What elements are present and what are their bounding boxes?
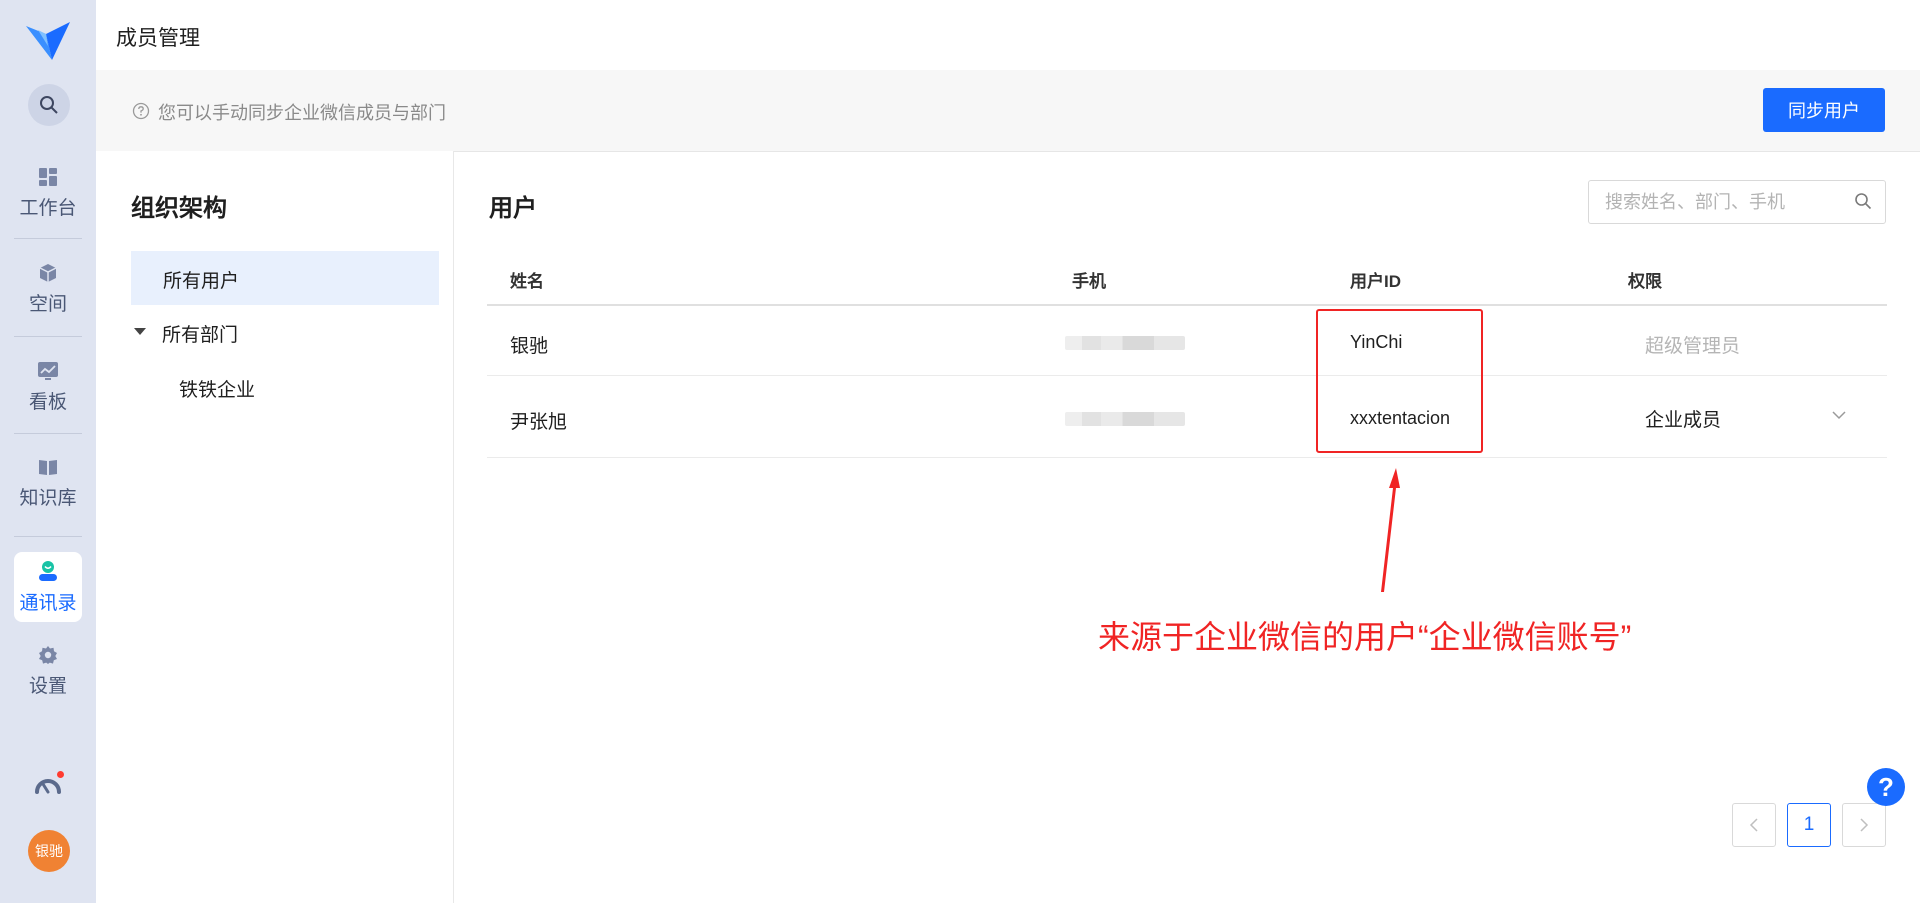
column-header-phone: 手机 [1072, 272, 1106, 291]
role-select[interactable]: 企业成员 [1645, 405, 1721, 432]
nav-label: 看板 [28, 391, 67, 413]
nav-item-space[interactable]: 空间 [0, 254, 96, 324]
nav-item-workbench[interactable]: 工作台 [0, 158, 96, 228]
help-circle-icon [132, 102, 150, 120]
chevron-right-icon [1860, 818, 1869, 832]
nav-label: 空间 [28, 293, 67, 315]
org-item-label: 所有用户 [163, 271, 240, 292]
annotation-text: 来源于企业微信的用户“企业微信账号” [1098, 619, 1632, 655]
annotation-highlight-box [1316, 309, 1483, 453]
sync-tip-text: 您可以手动同步企业微信成员与部门 [158, 103, 446, 123]
phone-redacted [1065, 336, 1185, 350]
nav-label: 知识库 [19, 487, 77, 509]
nav-divider [14, 336, 82, 337]
org-item-all-users[interactable]: 所有用户 [131, 251, 439, 305]
nav-rail: 工作台 空间 看板 知识库 通讯录 设置 银驰 [0, 0, 96, 903]
search-icon [40, 96, 58, 114]
table-row-divider [487, 457, 1887, 458]
org-item-all-departments[interactable]: 所有部门 [162, 320, 238, 347]
book-icon [39, 459, 57, 475]
app-logo[interactable] [24, 20, 72, 64]
phone-redacted [1065, 412, 1185, 426]
help-button[interactable]: ? [1867, 768, 1905, 806]
nav-item-settings[interactable]: 设置 [0, 636, 96, 706]
user-avatar[interactable]: 银驰 [28, 830, 70, 872]
search-icon [1855, 193, 1872, 210]
role-cell: 超级管理员 [1645, 336, 1741, 357]
org-title: 组织架构 [131, 195, 227, 222]
chevron-left-icon [1749, 818, 1758, 832]
nav-item-board[interactable]: 看板 [0, 352, 96, 422]
column-header-name: 姓名 [510, 272, 544, 291]
table-header-divider [487, 304, 1887, 306]
org-structure-panel: 组织架构 所有用户 所有部门 铁铁企业 [96, 151, 454, 903]
dashboard-icon [39, 167, 57, 186]
chart-board-icon [38, 361, 58, 380]
info-bar: 您可以手动同步企业微信成员与部门 同步用户 [96, 70, 1920, 152]
column-header-role: 权限 [1628, 272, 1662, 291]
page-header: 成员管理 [96, 0, 1920, 71]
nav-label: 通讯录 [19, 592, 77, 614]
nav-label: 工作台 [19, 197, 77, 219]
notification-dot [57, 771, 64, 778]
cube-icon [39, 263, 57, 282]
user-name-cell: 尹张旭 [510, 412, 568, 433]
users-title: 用户 [489, 195, 537, 222]
nav-divider [14, 536, 82, 537]
nav-divider [14, 238, 82, 239]
gear-icon [39, 645, 57, 664]
contacts-icon [39, 560, 57, 581]
caret-down-icon[interactable] [134, 328, 146, 335]
pagination-next-button[interactable] [1842, 803, 1886, 847]
annotation-arrow [1381, 468, 1400, 592]
user-name-cell: 银驰 [510, 336, 549, 357]
nav-divider [14, 433, 82, 434]
chevron-down-icon[interactable] [1832, 410, 1846, 420]
user-search-input[interactable] [1603, 181, 1847, 223]
sync-users-button[interactable]: 同步用户 [1763, 88, 1885, 132]
nav-item-contacts[interactable]: 通讯录 [14, 552, 82, 622]
nav-item-knowledge-base[interactable]: 知识库 [0, 448, 96, 518]
nav-label: 设置 [28, 675, 67, 697]
user-search[interactable] [1588, 180, 1886, 224]
org-item-department[interactable]: 铁铁企业 [179, 375, 255, 402]
pagination-prev-button[interactable] [1732, 803, 1776, 847]
column-header-user-id: 用户ID [1350, 272, 1401, 291]
global-search-button[interactable] [28, 84, 70, 126]
pagination-page-button[interactable]: 1 [1787, 803, 1831, 847]
table-row-divider [487, 375, 1887, 376]
page-title: 成员管理 [116, 27, 200, 50]
